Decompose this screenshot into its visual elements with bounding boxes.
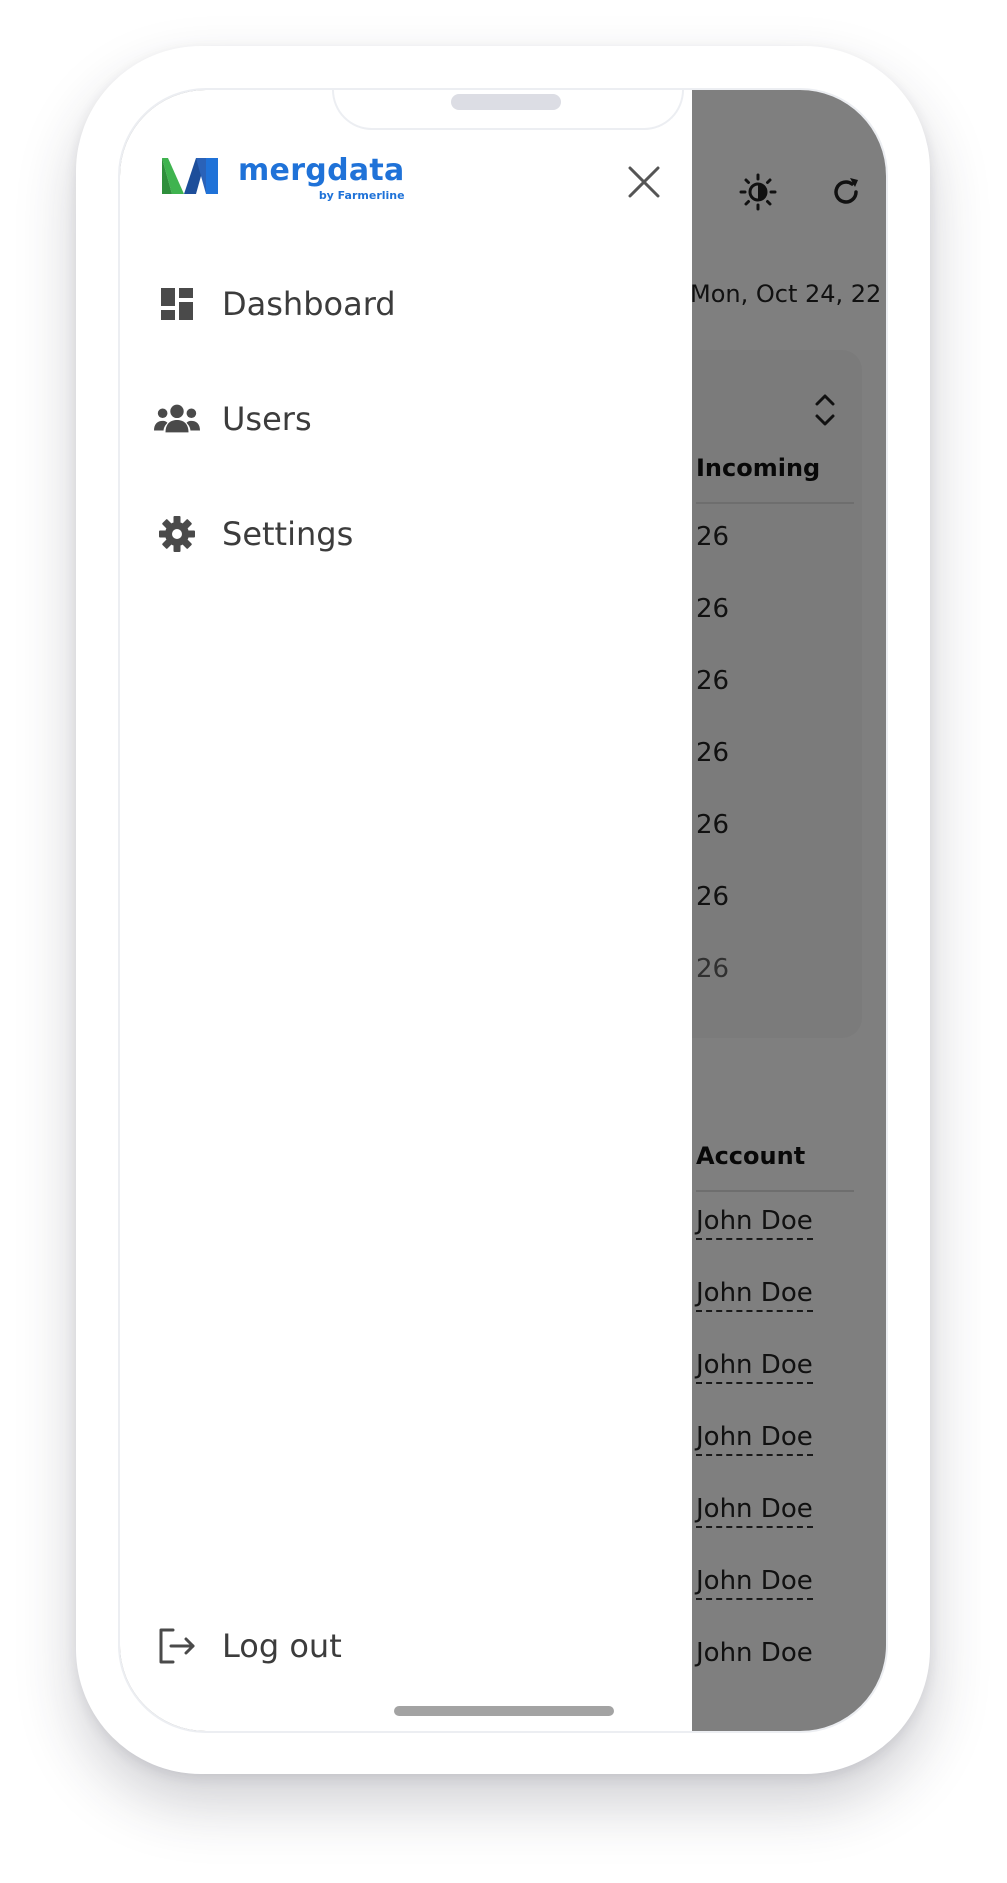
home-indicator[interactable] [394, 1706, 614, 1716]
logout-label: Log out [222, 1627, 342, 1665]
nav-item-dashboard[interactable]: Dashboard [154, 284, 396, 324]
logo-mark-icon [162, 158, 218, 194]
nav-label-settings: Settings [222, 515, 354, 553]
logo-tagline: by Farmerline [318, 189, 405, 202]
logout-button[interactable]: Log out [154, 1626, 342, 1666]
logo-wordmark: mergdata [238, 153, 405, 188]
nav-item-users[interactable]: Users [154, 399, 312, 439]
users-icon [154, 399, 200, 439]
phone-screen: Mon, Oct 24, 22 Incoming 26 26 26 26 26 … [118, 88, 888, 1733]
logout-icon [154, 1626, 200, 1666]
dashboard-icon [154, 284, 200, 324]
navigation-drawer: mergdata by Farmerline Dashboard Users S… [120, 90, 692, 1731]
phone-notch [332, 90, 684, 130]
nav-label-users: Users [222, 400, 312, 438]
gear-icon [154, 514, 200, 554]
nav-label-dashboard: Dashboard [222, 285, 396, 323]
speaker-grille [451, 94, 561, 110]
mergdata-logo: mergdata by Farmerline [162, 156, 405, 202]
close-icon[interactable] [624, 162, 664, 202]
nav-item-settings[interactable]: Settings [154, 514, 353, 554]
